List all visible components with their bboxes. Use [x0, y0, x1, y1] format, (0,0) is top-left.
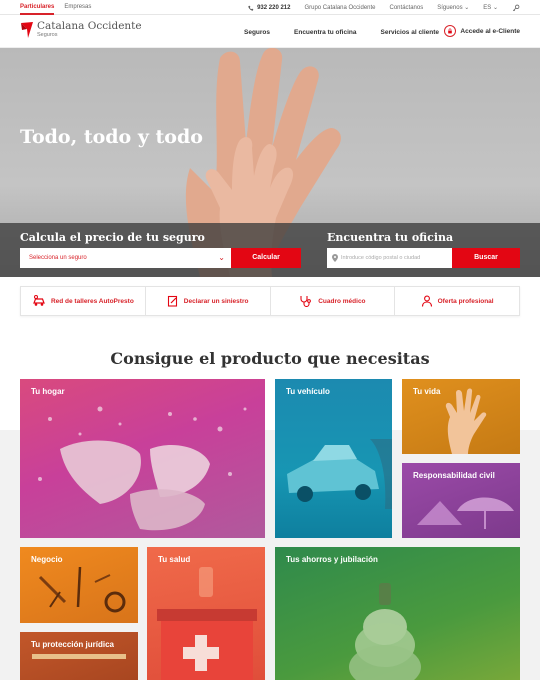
tile-salud[interactable]: Tu salud [147, 547, 265, 680]
tile-title: Tus ahorros y jubilación [286, 555, 378, 564]
postal-code-input[interactable]: Introduce código postal o ciudad [327, 248, 452, 268]
main-nav: Seguros Encuentra tu oficina Servicios a… [244, 16, 463, 48]
tile-hogar[interactable]: Tu hogar [20, 379, 265, 538]
tile-title: Tu protección jurídica [31, 640, 114, 649]
tile-title: Responsabilidad civil [413, 471, 495, 480]
tile-title: Tu vida [413, 387, 441, 396]
lock-icon [444, 25, 457, 37]
tab-particulares[interactable]: Particulares [20, 0, 55, 15]
tile-negocio[interactable]: Negocio [20, 547, 138, 623]
brand-sub: Seguros [37, 32, 58, 38]
tile-title: Tu hogar [31, 387, 65, 396]
tile-vehiculo[interactable]: Tu vehículo [275, 379, 392, 538]
quote-label: Calcula el precio de tu seguro [20, 231, 205, 244]
car-repair-icon [33, 295, 45, 306]
hero-banner: Todo, todo y todo Calcula el precio de t… [0, 48, 540, 277]
location-pin-icon [332, 254, 338, 262]
tile-ahorros[interactable]: Tus ahorros y jubilación [275, 547, 520, 680]
calculate-button[interactable]: Calcular [231, 248, 301, 268]
tile-responsabilidad[interactable]: Responsabilidad civil [402, 463, 520, 538]
insurance-select[interactable]: Selecciona un seguro ⌄ [20, 248, 231, 268]
tile-vida[interactable]: Tu vida [402, 379, 520, 454]
phone-icon [248, 5, 254, 11]
key-icon[interactable] [512, 4, 520, 12]
first-aid-kit-image [157, 567, 257, 680]
document-edit-icon [167, 295, 177, 307]
follow-menu[interactable]: Síguenos ⌄ [437, 4, 469, 11]
brand-name: Catalana Occidente [37, 20, 142, 32]
main-header: Catalana Occidente Seguros Seguros Encue… [0, 16, 540, 48]
brand-logo[interactable]: Catalana Occidente Seguros [20, 21, 142, 39]
chevron-down-icon: ⌄ [492, 5, 498, 11]
stethoscope-icon [300, 296, 312, 307]
nav-seguros[interactable]: Seguros [244, 29, 270, 36]
chevron-down-icon: ⌄ [464, 5, 470, 11]
tile-juridica[interactable]: Tu protección jurídica [20, 632, 138, 680]
search-office-button[interactable]: Buscar [452, 248, 520, 268]
tile-title: Tu vehículo [286, 387, 330, 396]
quick-link-autopresto[interactable]: Red de talleres AutoPresto [21, 287, 146, 315]
office-label: Encuentra tu oficina [327, 231, 454, 244]
quick-link-oferta-profesional[interactable]: Oferta profesional [395, 287, 519, 315]
quick-link-siniestro[interactable]: Declarar un siniestro [146, 287, 271, 315]
quick-link-cuadro-medico[interactable]: Cuadro médico [271, 287, 396, 315]
piggy-banks-image [349, 583, 421, 680]
chevron-down-icon: ⌄ [218, 253, 225, 262]
tab-empresas[interactable]: Empresas [64, 0, 91, 15]
pillows-image [38, 406, 247, 531]
nav-servicios-cliente[interactable]: Servicios al cliente [381, 29, 440, 36]
tile-title: Negocio [31, 555, 63, 564]
section-title: Consigue el producto que necesitas [110, 349, 430, 368]
top-bar: Particulares Empresas 932 220 212 Grupo … [0, 0, 540, 15]
tile-title: Tu salud [158, 555, 191, 564]
grupo-link[interactable]: Grupo Catalana Occidente [304, 5, 375, 11]
professional-user-icon [421, 295, 432, 307]
phone-link[interactable]: 932 220 212 [248, 5, 290, 11]
hero-title: Todo, todo y todo [20, 126, 203, 148]
language-menu[interactable]: ES ⌄ [483, 4, 498, 11]
brand-mark-icon [21, 22, 33, 38]
nav-encuentra-oficina[interactable]: Encuentra tu oficina [294, 29, 356, 36]
toy-car-image [287, 439, 392, 509]
contact-link[interactable]: Contáctanos [390, 5, 424, 11]
ecliente-link[interactable]: Accede al e-Cliente [444, 25, 520, 37]
search-band: Calcula el precio de tu seguro Seleccion… [0, 223, 540, 277]
quick-links: Red de talleres AutoPresto Declarar un s… [20, 286, 520, 316]
